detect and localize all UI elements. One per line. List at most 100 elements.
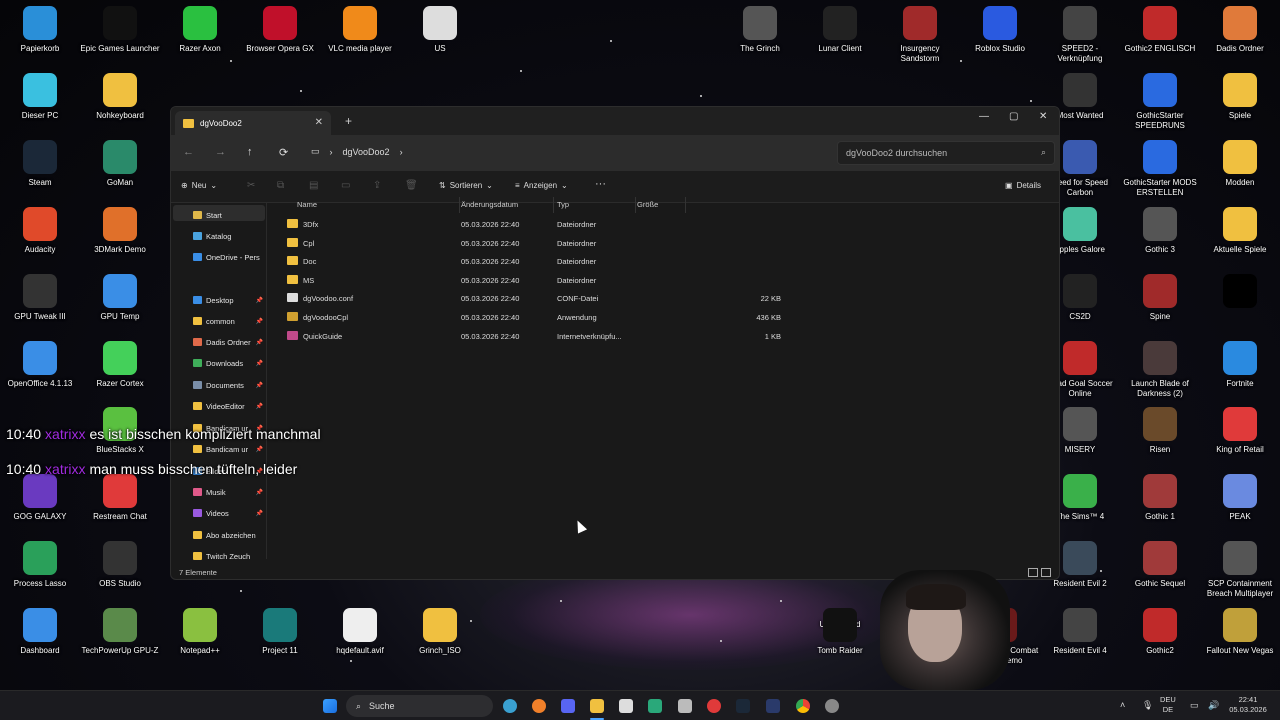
app-icon[interactable] — [707, 699, 721, 713]
file-row[interactable]: dgVoodoo.conf 05.03.2026 22:40 CONF-Datei 2… — [283, 289, 843, 307]
sort-button[interactable]: ⇅ Sortieren ⌄ — [439, 181, 493, 190]
paste-icon[interactable]: ▤ — [309, 180, 318, 191]
desktop-icon[interactable]: Dieser PC — [0, 71, 80, 121]
search-input[interactable]: dgVooDoo2 durchsuchen ⌕ — [837, 141, 1055, 165]
share-icon[interactable]: ⇪ — [373, 180, 381, 191]
desktop-icon[interactable]: Dadis Ordner — [1200, 4, 1280, 54]
sidebar-item[interactable]: common 📌 — [193, 313, 265, 329]
delete-icon[interactable]: 🗑 — [405, 180, 418, 191]
details-view-icon[interactable] — [1028, 568, 1038, 577]
desktop-icon[interactable]: GothicStarter MODS ERSTELLEN — [1120, 138, 1200, 198]
desktop-icon[interactable]: GoMan — [80, 138, 160, 188]
desktop-icon[interactable]: VLC media player — [320, 4, 400, 54]
column-type[interactable]: Typ — [557, 200, 569, 209]
desktop-icon[interactable]: OBS Studio — [80, 539, 160, 589]
desktop-icon[interactable]: Gothic Sequel — [1120, 539, 1200, 589]
app-icon[interactable] — [648, 699, 662, 713]
desktop-icon[interactable]: Spine — [1120, 272, 1200, 322]
desktop-icon[interactable]: Notepad++ — [160, 606, 240, 656]
sidebar-item[interactable]: Downloads 📌 — [193, 355, 265, 371]
desktop-icon[interactable]: Risen — [1120, 405, 1200, 455]
desktop-icon[interactable]: Papierkorb — [0, 4, 80, 54]
desktop-icon[interactable]: Epic Games Launcher — [80, 4, 160, 54]
new-button[interactable]: ⊕ Neu ⌄ — [181, 181, 217, 190]
chevron-up-icon[interactable]: ˄ — [1120, 700, 1125, 710]
desktop-icon[interactable]: Gothic2 — [1120, 606, 1200, 656]
desktop-icon[interactable]: Audacity — [0, 205, 80, 255]
desktop-icon[interactable]: Browser Opera GX — [240, 4, 320, 54]
start-icon[interactable] — [323, 699, 337, 713]
breadcrumb[interactable]: ▭ › dgVooDoo2 › — [311, 146, 403, 157]
desktop-icon[interactable]: Razer Axon — [160, 4, 240, 54]
file-row[interactable]: 3Dfx 05.03.2026 22:40 Dateiordner — [283, 215, 843, 233]
sidebar-item[interactable]: Documents 📌 — [193, 377, 265, 393]
up-arrow-icon[interactable]: ↑ — [247, 146, 253, 158]
firefox-icon[interactable] — [532, 699, 546, 713]
desktop-icon[interactable]: Gothic2 ENGLISCH — [1120, 4, 1200, 54]
close-window-icon[interactable]: ✕ — [1039, 111, 1047, 122]
sidebar-item[interactable]: Bandicam ur 📌 — [193, 441, 265, 457]
desktop-icon[interactable]: Resident Evil 4 — [1040, 606, 1120, 656]
desktop-icon[interactable]: Gothic 3 — [1120, 205, 1200, 255]
forward-arrow-icon[interactable]: → — [215, 146, 226, 158]
desktop-icon[interactable]: Lunar Client — [800, 4, 880, 54]
desktop-icon[interactable]: Nohkeyboard — [80, 71, 160, 121]
more-options-icon[interactable]: ··· — [595, 178, 606, 190]
app-icon[interactable] — [619, 699, 633, 713]
taskbar-search[interactable]: ⌕ Suche — [346, 695, 493, 717]
file-row[interactable]: Cpl 05.03.2026 22:40 Dateiordner — [283, 234, 843, 252]
file-explorer-icon[interactable] — [590, 699, 604, 713]
sidebar-item[interactable]: VideoEditor 📌 — [193, 398, 265, 414]
app-icon[interactable] — [766, 699, 780, 713]
desktop-icon[interactable]: PEAK — [1200, 472, 1280, 522]
desktop-icon[interactable]: Project 11 — [240, 606, 320, 656]
chrome-icon[interactable] — [796, 699, 810, 713]
sidebar-item[interactable]: OneDrive - Pers — [193, 249, 265, 265]
steam-icon[interactable] — [736, 699, 750, 713]
column-divider[interactable] — [553, 197, 554, 213]
maximize-icon[interactable]: ▢ — [1009, 111, 1018, 122]
desktop-icon[interactable]: 3DMark Demo — [80, 205, 160, 255]
network-icon[interactable]: ▭ — [1190, 700, 1199, 710]
minimize-icon[interactable]: — — [979, 111, 989, 122]
desktop-icon[interactable]: Aktuelle Spiele — [1200, 205, 1280, 255]
desktop-icon[interactable]: Steam — [0, 138, 80, 188]
desktop-icon[interactable]: SPEED2 - Verknüpfung — [1040, 4, 1120, 64]
desktop-icon[interactable]: GPU Temp — [80, 272, 160, 322]
breadcrumb-item[interactable]: dgVooDoo2 — [343, 147, 390, 157]
desktop-icon[interactable]: Modden — [1200, 138, 1280, 188]
desktop-icon[interactable]: Razer Cortex — [80, 339, 160, 389]
column-divider[interactable] — [459, 197, 460, 213]
column-name[interactable]: Name — [297, 200, 317, 209]
details-button[interactable]: ▣ Details — [1005, 181, 1041, 190]
file-row[interactable]: MS 05.03.2026 22:40 Dateiordner — [283, 271, 843, 289]
desktop-icon[interactable] — [1200, 272, 1280, 312]
photos-icon[interactable] — [678, 699, 692, 713]
desktop-icon[interactable]: Restream Chat — [80, 472, 160, 522]
keyboard-layout[interactable]: DEU DE — [1160, 695, 1176, 715]
desktop-icon[interactable]: TechPowerUp GPU-Z — [80, 606, 160, 656]
desktop-icon[interactable]: GOG GALAXY — [0, 472, 80, 522]
desktop-icon[interactable]: Gothic 1 — [1120, 472, 1200, 522]
file-row[interactable]: Doc 05.03.2026 22:40 Dateiordner — [283, 252, 843, 270]
file-row[interactable]: dgVoodooCpl 05.03.2026 22:40 Anwendung 436 … — [283, 308, 843, 326]
widgets-icon[interactable] — [503, 699, 517, 713]
tiles-view-icon[interactable] — [1041, 568, 1051, 577]
refresh-icon[interactable]: ⟳ — [279, 146, 288, 159]
sidebar-item[interactable]: Abo abzeichen — [193, 527, 265, 543]
desktop-icon[interactable]: The Grinch — [720, 4, 800, 54]
app-icon[interactable] — [825, 699, 839, 713]
sidebar-item[interactable]: Start — [193, 207, 265, 223]
close-tab-icon[interactable]: ✕ — [315, 117, 323, 128]
column-size[interactable]: Größe — [637, 200, 658, 209]
desktop-icon[interactable]: Spiele — [1200, 71, 1280, 121]
copy-icon[interactable]: ⧉ — [277, 180, 284, 191]
desktop-icon[interactable]: Process Lasso — [0, 539, 80, 589]
desktop-icon[interactable]: Roblox Studio — [960, 4, 1040, 54]
desktop-icon[interactable]: King of Retail — [1200, 405, 1280, 455]
desktop-icon[interactable]: Launch Blade of Darkness (2) — [1120, 339, 1200, 399]
cut-icon[interactable]: ✂ — [247, 180, 255, 191]
sidebar-item[interactable]: Videos 📌 — [193, 505, 265, 521]
column-date[interactable]: Änderungsdatum — [461, 200, 518, 209]
discord-icon[interactable] — [561, 699, 575, 713]
